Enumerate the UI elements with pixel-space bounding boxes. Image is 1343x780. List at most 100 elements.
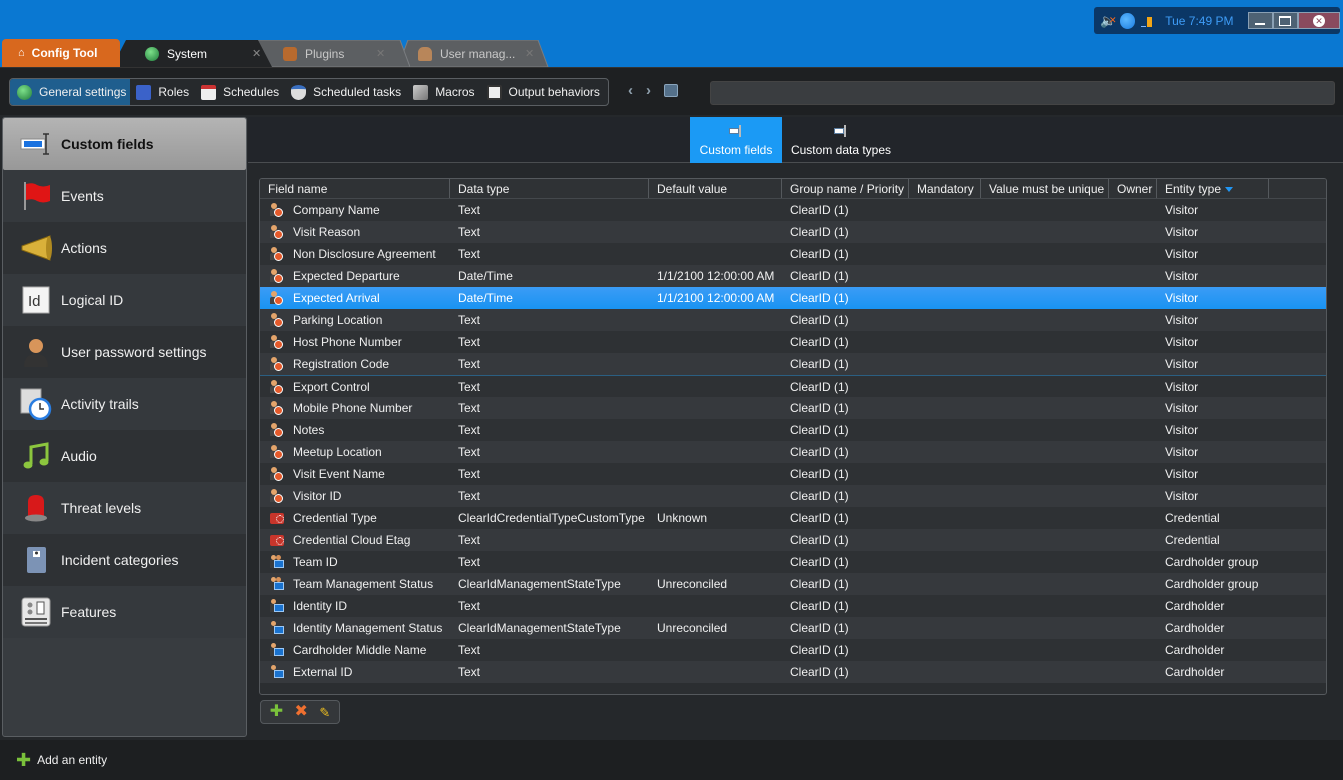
close-tab-icon[interactable]: ✕ — [252, 47, 261, 60]
column-header-field-name[interactable]: Field name — [260, 179, 450, 198]
sidebar-item-label: Features — [61, 604, 117, 620]
speaker-muted-icon[interactable]: 🔈 ✕ — [1100, 13, 1120, 29]
table-row[interactable]: Mobile Phone Number Text ClearID (1) Visito… — [260, 397, 1326, 419]
add-entity-button[interactable]: ✚ Add an entity — [16, 751, 107, 769]
sidebar-item-logical-id[interactable]: Id Logical ID — [3, 274, 246, 326]
cell-field-name: Parking Location — [260, 313, 450, 327]
sidebar-item-user-password-settings[interactable]: User password settings — [3, 326, 246, 378]
table-row[interactable]: Export Control Text ClearID (1) Visitor — [260, 375, 1326, 397]
cell-field-name: Identity Management Status — [260, 621, 450, 635]
visitor-icon — [270, 379, 284, 394]
cell-entity-type: Visitor — [1165, 379, 1199, 394]
cell-data-type: ClearIdManagementStateType — [458, 577, 621, 591]
cardholder-icon — [270, 665, 284, 679]
cell-data-type: Text — [458, 643, 481, 657]
sidebar-item-actions[interactable]: Actions — [3, 222, 246, 274]
table-row[interactable]: Credential Type ClearIdCredentialTypeCust… — [260, 507, 1326, 529]
cell-group-priority: ClearID (1) — [790, 379, 849, 394]
sidebar-item-events[interactable]: Events — [3, 170, 246, 222]
table-row[interactable]: Notes Text ClearID (1) Visitor — [260, 419, 1326, 441]
column-header-group-priority[interactable]: Group name / Priority — [782, 179, 909, 198]
table-row[interactable]: Non Disclosure Agreement Text ClearID (1) V… — [260, 243, 1326, 265]
toolbar-output-behaviors[interactable]: Output behaviors — [481, 79, 606, 105]
cardholder-icon — [270, 643, 284, 657]
column-header-entity-type[interactable]: Entity type — [1157, 179, 1269, 198]
visitor-icon — [270, 357, 284, 371]
cell-field-name: Expected Departure — [260, 269, 450, 283]
back-button[interactable]: ‹ — [628, 82, 633, 99]
search-input[interactable] — [710, 81, 1335, 105]
table-row[interactable]: Team ID Text ClearID (1) Cardholder group — [260, 551, 1326, 573]
tab-label: User manag... — [440, 46, 516, 61]
table-row[interactable]: Cardholder Middle Name Text ClearID (1) Car… — [260, 639, 1326, 661]
column-header-label: Entity type — [1165, 182, 1222, 196]
sidebar-item-audio[interactable]: Audio — [3, 430, 246, 482]
edit-field-button[interactable]: ✎ — [319, 706, 330, 719]
sidebar-item-label: Threat levels — [61, 500, 142, 516]
column-header-mandatory[interactable]: Mandatory — [909, 179, 981, 198]
sidebar-item-incident-categories[interactable]: Incident categories — [3, 534, 246, 586]
close-tab-icon[interactable]: ✕ — [525, 47, 534, 60]
table-row[interactable]: Parking Location Text ClearID (1) Visitor — [260, 309, 1326, 331]
sidebar-item-threat-levels[interactable]: Threat levels — [3, 482, 246, 534]
cell-entity-type: Visitor — [1165, 445, 1199, 459]
minimize-button[interactable] — [1247, 12, 1273, 29]
toolbar-macros[interactable]: Macros — [407, 79, 480, 105]
table-row[interactable]: Team Management Status ClearIdManagementS… — [260, 573, 1326, 595]
field-name-text: Expected Arrival — [293, 291, 380, 305]
grid-actions: ✚ ✖ ✎ — [260, 700, 340, 724]
cell-entity-type: Cardholder — [1165, 599, 1225, 613]
cell-entity-type: Visitor — [1165, 489, 1199, 503]
visitor-icon — [270, 247, 284, 261]
table-row[interactable]: Identity ID Text ClearID (1) Cardholder — [260, 595, 1326, 617]
flag-icon — [20, 181, 52, 211]
add-field-button[interactable]: ✚ — [270, 704, 283, 720]
sidebar-item-label: Incident categories — [61, 552, 179, 568]
sidebar-item-features[interactable]: Features — [3, 586, 246, 638]
signal-icon[interactable] — [1139, 13, 1155, 29]
sidebar-item-label: Actions — [61, 240, 107, 256]
cell-group-priority: ClearID (1) — [790, 533, 849, 547]
subtab-custom-fields[interactable]: Custom fields — [690, 117, 782, 163]
history-icon[interactable] — [664, 84, 678, 97]
visitor-icon — [270, 225, 284, 239]
table-row[interactable]: Identity Management Status ClearIdManagem… — [260, 617, 1326, 639]
subtab-custom-data-types[interactable]: Custom data types — [782, 117, 900, 163]
column-header-default-value[interactable]: Default value — [649, 179, 782, 198]
close-tab-icon[interactable]: ✕ — [376, 47, 385, 60]
sidebar-item-custom-fields[interactable]: Custom fields — [3, 118, 246, 170]
column-header-owner[interactable]: Owner — [1109, 179, 1157, 198]
close-button[interactable]: ✕ — [1297, 12, 1340, 29]
table-row[interactable]: Company Name Text ClearID (1) Visitor — [260, 199, 1326, 221]
table-row[interactable]: External ID Text ClearID (1) Cardholder — [260, 661, 1326, 683]
config-tool-home-tab[interactable]: ⌂ Config Tool — [2, 39, 120, 67]
maximize-button[interactable] — [1272, 12, 1298, 29]
table-row[interactable]: Meetup Location Text ClearID (1) Visitor — [260, 441, 1326, 463]
table-row[interactable]: Visit Event Name Text ClearID (1) Visitor — [260, 463, 1326, 485]
table-row[interactable]: Expected Arrival Date/Time 1/1/2100 12:00:… — [260, 287, 1326, 309]
table-row[interactable]: Visitor ID Text ClearID (1) Visitor — [260, 485, 1326, 507]
table-row[interactable]: Credential Cloud Etag Text ClearID (1) Cred… — [260, 529, 1326, 551]
field-name-text: Team Management Status — [293, 577, 434, 591]
tab-user-management[interactable]: User manag... ✕ — [398, 40, 558, 67]
table-row[interactable]: Visit Reason Text ClearID (1) Visitor — [260, 221, 1326, 243]
globe-icon[interactable] — [1119, 12, 1136, 29]
delete-field-button[interactable]: ✖ — [295, 704, 308, 720]
cell-group-priority: ClearID (1) — [790, 335, 849, 349]
toolbar-scheduled-tasks[interactable]: Scheduled tasks — [285, 79, 407, 105]
toolbar-schedules[interactable]: Schedules — [195, 79, 285, 105]
field-name-text: Cardholder Middle Name — [293, 643, 427, 657]
toolbar-general-settings[interactable]: General settings — [10, 79, 131, 105]
column-header-data-type[interactable]: Data type — [450, 179, 649, 198]
table-row[interactable]: Host Phone Number Text ClearID (1) Visitor — [260, 331, 1326, 353]
cell-group-priority: ClearID (1) — [790, 643, 849, 657]
toolbar-roles[interactable]: Roles — [130, 79, 195, 105]
forward-button[interactable]: › — [646, 82, 651, 99]
tab-system[interactable]: System ✕ — [112, 40, 272, 67]
home-tab-label: Config Tool — [31, 46, 98, 60]
table-row[interactable]: Registration Code Text ClearID (1) Visitor — [260, 353, 1326, 375]
table-row[interactable]: Expected Departure Date/Time 1/1/2100 12:0… — [260, 265, 1326, 287]
custom-field-icon — [20, 129, 52, 159]
column-header-value-unique[interactable]: Value must be unique — [981, 179, 1109, 198]
sidebar-item-activity-trails[interactable]: Activity trails — [3, 378, 246, 430]
